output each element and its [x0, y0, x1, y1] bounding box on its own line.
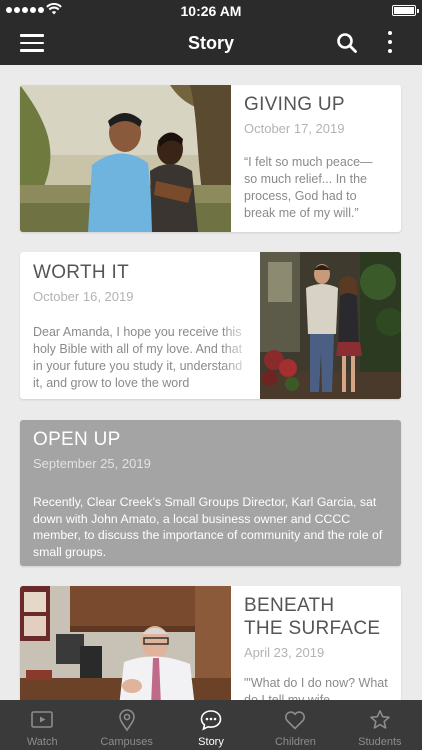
story-card-body: BENEATH THE SURFACE April 23, 2019 "'Wha…: [244, 594, 394, 700]
story-excerpt: "'What do I do now? What do I tell my wi…: [244, 676, 388, 700]
top-navbar: Story: [0, 22, 422, 65]
tab-story[interactable]: Story: [169, 700, 253, 750]
story-date: October 17, 2019: [244, 121, 345, 136]
story-card-open-up[interactable]: OPEN UP September 25, 2019 Recently, Cle…: [20, 420, 401, 566]
tab-label: Watch: [26, 736, 58, 748]
tab-watch[interactable]: Watch: [0, 700, 84, 750]
star-icon: [370, 710, 390, 729]
couple-standing-by-flowers-photo: [260, 252, 401, 399]
location-pin-icon: [118, 709, 135, 732]
status-time: 10:26 AM: [180, 3, 242, 19]
story-title: BENEATH THE SURFACE: [244, 594, 394, 640]
story-card-beneath-the-surface[interactable]: BENEATH THE SURFACE April 23, 2019 "'Wha…: [20, 586, 401, 700]
search-icon[interactable]: [336, 32, 358, 54]
story-excerpt: Dear Amanda, I hope you receive this hol…: [33, 325, 243, 390]
bottom-tab-bar: Watch Campuses Story Children Students: [0, 700, 422, 750]
video-play-icon: [31, 711, 54, 728]
chat-bubble-icon: [200, 710, 222, 731]
story-excerpt: “I felt so much peace— so much relief...…: [244, 155, 373, 220]
story-feed[interactable]: GIVING UP October 17, 2019 “I felt so mu…: [0, 65, 422, 700]
battery-icon: [392, 5, 419, 16]
more-vertical-icon[interactable]: [386, 31, 394, 55]
story-card-body: WORTH IT October 16, 2019 Dear Amanda, I…: [33, 261, 255, 392]
story-title: WORTH IT: [33, 262, 129, 283]
story-date: April 23, 2019: [244, 645, 325, 660]
story-excerpt: Recently, Clear Creek’s Small Groups Dir…: [33, 495, 383, 559]
couple-embracing-outdoors-photo: [20, 85, 231, 232]
story-card-body: GIVING UP October 17, 2019 “I felt so mu…: [244, 93, 394, 222]
tab-label: Students: [358, 736, 402, 748]
tab-students[interactable]: Students: [338, 700, 422, 750]
story-card-worth-it[interactable]: WORTH IT October 16, 2019 Dear Amanda, I…: [20, 252, 401, 399]
story-card-body: OPEN UP September 25, 2019 Recently, Cle…: [33, 428, 393, 560]
page-title: Story: [187, 33, 234, 53]
story-date: September 25, 2019: [33, 456, 151, 471]
story-title: GIVING UP: [244, 94, 345, 115]
tab-label: Campuses: [100, 736, 153, 748]
story-title-line1: BENEATH: [244, 595, 335, 616]
status-bar: 10:26 AM: [0, 0, 422, 22]
man-at-office-desk-photo: [20, 586, 231, 700]
story-title-line2: THE SURFACE: [244, 618, 381, 639]
story-card-giving-up[interactable]: GIVING UP October 17, 2019 “I felt so mu…: [20, 85, 401, 232]
heart-icon: [285, 711, 306, 730]
tab-children[interactable]: Children: [253, 700, 337, 750]
tab-campuses[interactable]: Campuses: [84, 700, 168, 750]
tab-label: Story: [198, 736, 224, 748]
story-date: October 16, 2019: [33, 289, 134, 304]
story-title: OPEN UP: [33, 429, 121, 450]
tab-label: Children: [274, 736, 316, 748]
